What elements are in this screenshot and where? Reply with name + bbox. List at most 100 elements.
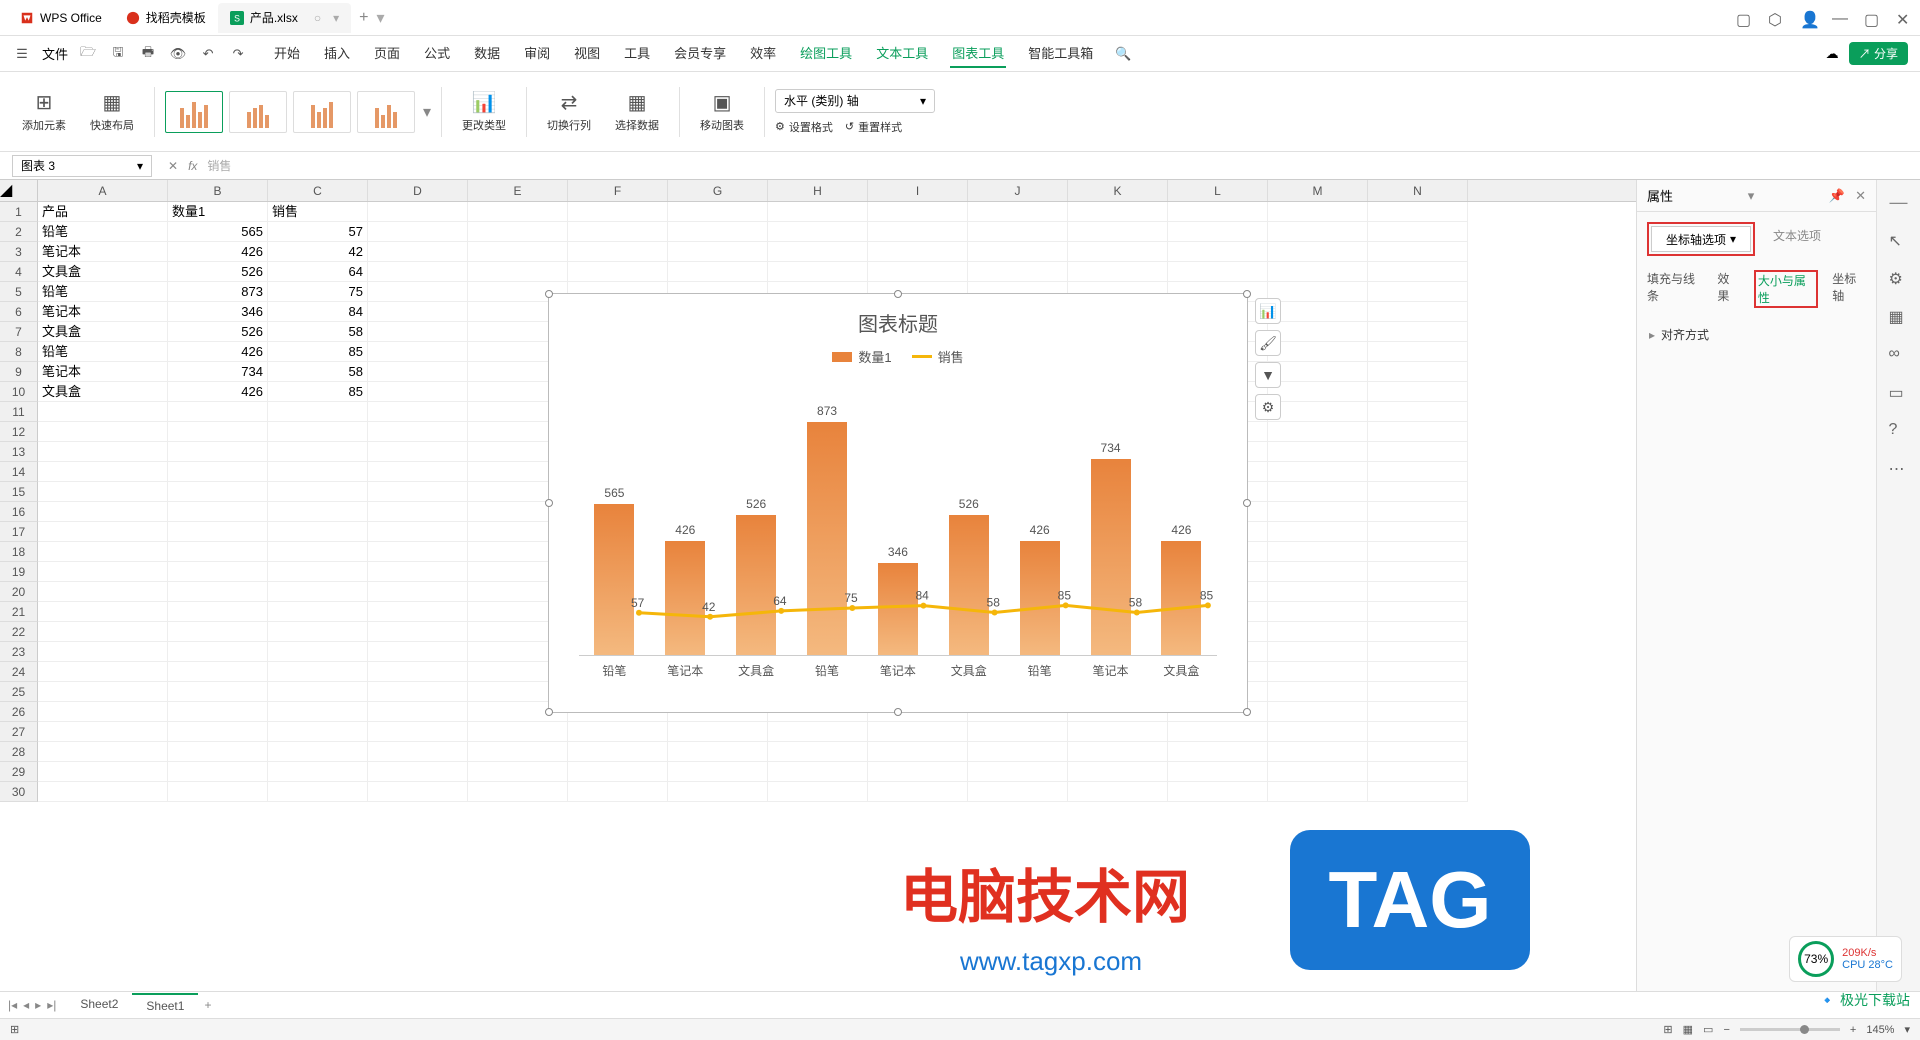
cell[interactable]: 文具盒 — [38, 322, 168, 342]
cell[interactable] — [1068, 242, 1168, 262]
row-header[interactable]: 1 — [0, 202, 38, 222]
pin-icon[interactable]: 📌 — [1829, 188, 1845, 204]
cell[interactable] — [1268, 422, 1368, 442]
cell[interactable] — [368, 442, 468, 462]
cell[interactable] — [1268, 682, 1368, 702]
cell[interactable] — [268, 702, 368, 722]
cell[interactable] — [1268, 742, 1368, 762]
cell[interactable]: 426 — [168, 242, 268, 262]
cell[interactable] — [168, 402, 268, 422]
cell[interactable] — [368, 262, 468, 282]
cell[interactable]: 85 — [268, 382, 368, 402]
row-header[interactable]: 26 — [0, 702, 38, 722]
cell[interactable] — [368, 702, 468, 722]
cell[interactable] — [268, 442, 368, 462]
set-format-button[interactable]: ⚙ 设置格式 — [775, 119, 833, 135]
chart-style-button[interactable]: 🖌 — [1255, 330, 1281, 356]
cell[interactable]: 873 — [168, 282, 268, 302]
row-header[interactable]: 2 — [0, 222, 38, 242]
cell[interactable] — [1368, 282, 1468, 302]
cell[interactable] — [268, 682, 368, 702]
cell[interactable] — [1268, 502, 1368, 522]
cell[interactable] — [968, 762, 1068, 782]
row-header[interactable]: 25 — [0, 682, 38, 702]
tab-docer[interactable]: 找稻壳模板 — [114, 3, 218, 33]
align-section[interactable]: ▸对齐方式 — [1637, 316, 1876, 353]
cell[interactable] — [268, 502, 368, 522]
cell[interactable] — [1368, 222, 1468, 242]
row-header[interactable]: 14 — [0, 462, 38, 482]
chart-filter-button[interactable]: ▼ — [1255, 362, 1281, 388]
cell[interactable] — [1168, 202, 1268, 222]
tab-wps-office[interactable]: WPS Office — [8, 3, 114, 33]
cell[interactable] — [368, 582, 468, 602]
column-header[interactable]: E — [468, 180, 568, 201]
link-tool-icon[interactable]: ∞ — [1889, 345, 1909, 365]
switch-rc-button[interactable]: ⇄ 切换行列 — [537, 90, 601, 133]
chart-legend[interactable]: 数量1 销售 — [549, 347, 1247, 366]
cell[interactable] — [268, 462, 368, 482]
cell[interactable] — [38, 782, 168, 802]
cell[interactable] — [568, 762, 668, 782]
cell[interactable] — [1268, 362, 1368, 382]
cell[interactable]: 84 — [268, 302, 368, 322]
cell[interactable] — [168, 522, 268, 542]
chart-plot-area[interactable]: 565426526873346526426734426 — [579, 376, 1217, 656]
chart-object[interactable]: 图表标题 数量1 销售 565426526873346526426734426 … — [548, 293, 1248, 713]
row-header[interactable]: 11 — [0, 402, 38, 422]
row-header[interactable]: 7 — [0, 322, 38, 342]
sheet-tab[interactable]: Sheet1 — [132, 993, 198, 1017]
cell[interactable] — [38, 422, 168, 442]
column-header[interactable]: C — [268, 180, 368, 201]
row-header[interactable]: 15 — [0, 482, 38, 502]
cell[interactable] — [1368, 582, 1468, 602]
row-header[interactable]: 28 — [0, 742, 38, 762]
cell[interactable] — [168, 482, 268, 502]
row-header[interactable]: 5 — [0, 282, 38, 302]
cell[interactable] — [38, 442, 168, 462]
cell[interactable] — [268, 602, 368, 622]
menu-tab-智能工具箱[interactable]: 智能工具箱 — [1026, 39, 1095, 68]
sheet-first-icon[interactable]: |◂ — [8, 998, 17, 1012]
layout-icon[interactable]: ▢ — [1736, 10, 1752, 26]
cell[interactable] — [468, 242, 568, 262]
cell[interactable] — [1268, 582, 1368, 602]
cell[interactable]: 销售 — [268, 202, 368, 222]
file-menu[interactable]: 文件 — [42, 44, 68, 63]
column-header[interactable]: D — [368, 180, 468, 201]
tab-more-icon[interactable]: ▾ — [376, 8, 384, 28]
cell[interactable]: 85 — [268, 342, 368, 362]
cell[interactable] — [1268, 242, 1368, 262]
cell[interactable] — [368, 362, 468, 382]
cell[interactable] — [668, 202, 768, 222]
cell[interactable] — [968, 242, 1068, 262]
cell[interactable] — [1268, 542, 1368, 562]
cell[interactable] — [468, 262, 568, 282]
cell[interactable] — [1168, 742, 1268, 762]
cell[interactable] — [368, 722, 468, 742]
view-normal-icon[interactable]: ⊞ — [1663, 1023, 1672, 1036]
cell[interactable] — [868, 242, 968, 262]
column-header[interactable]: J — [968, 180, 1068, 201]
row-header[interactable]: 29 — [0, 762, 38, 782]
cell[interactable] — [1268, 642, 1368, 662]
menu-tab-数据[interactable]: 数据 — [472, 39, 502, 68]
cell[interactable] — [868, 202, 968, 222]
chart-elements-button[interactable]: 📊 — [1255, 298, 1281, 324]
cell[interactable] — [268, 482, 368, 502]
cell[interactable] — [268, 562, 368, 582]
cell[interactable] — [368, 542, 468, 562]
cell[interactable]: 57 — [268, 222, 368, 242]
row-header[interactable]: 8 — [0, 342, 38, 362]
cell[interactable] — [368, 302, 468, 322]
cube-icon[interactable]: ⬡ — [1768, 10, 1784, 26]
cell[interactable] — [1268, 342, 1368, 362]
row-header[interactable]: 21 — [0, 602, 38, 622]
row-header[interactable]: 16 — [0, 502, 38, 522]
zoom-out-button[interactable]: − — [1723, 1024, 1729, 1036]
tab-add-button[interactable]: + — [359, 9, 368, 27]
chart-style-2[interactable] — [229, 91, 287, 133]
cell[interactable] — [1268, 382, 1368, 402]
cell[interactable]: 426 — [168, 382, 268, 402]
cell[interactable] — [1368, 682, 1468, 702]
